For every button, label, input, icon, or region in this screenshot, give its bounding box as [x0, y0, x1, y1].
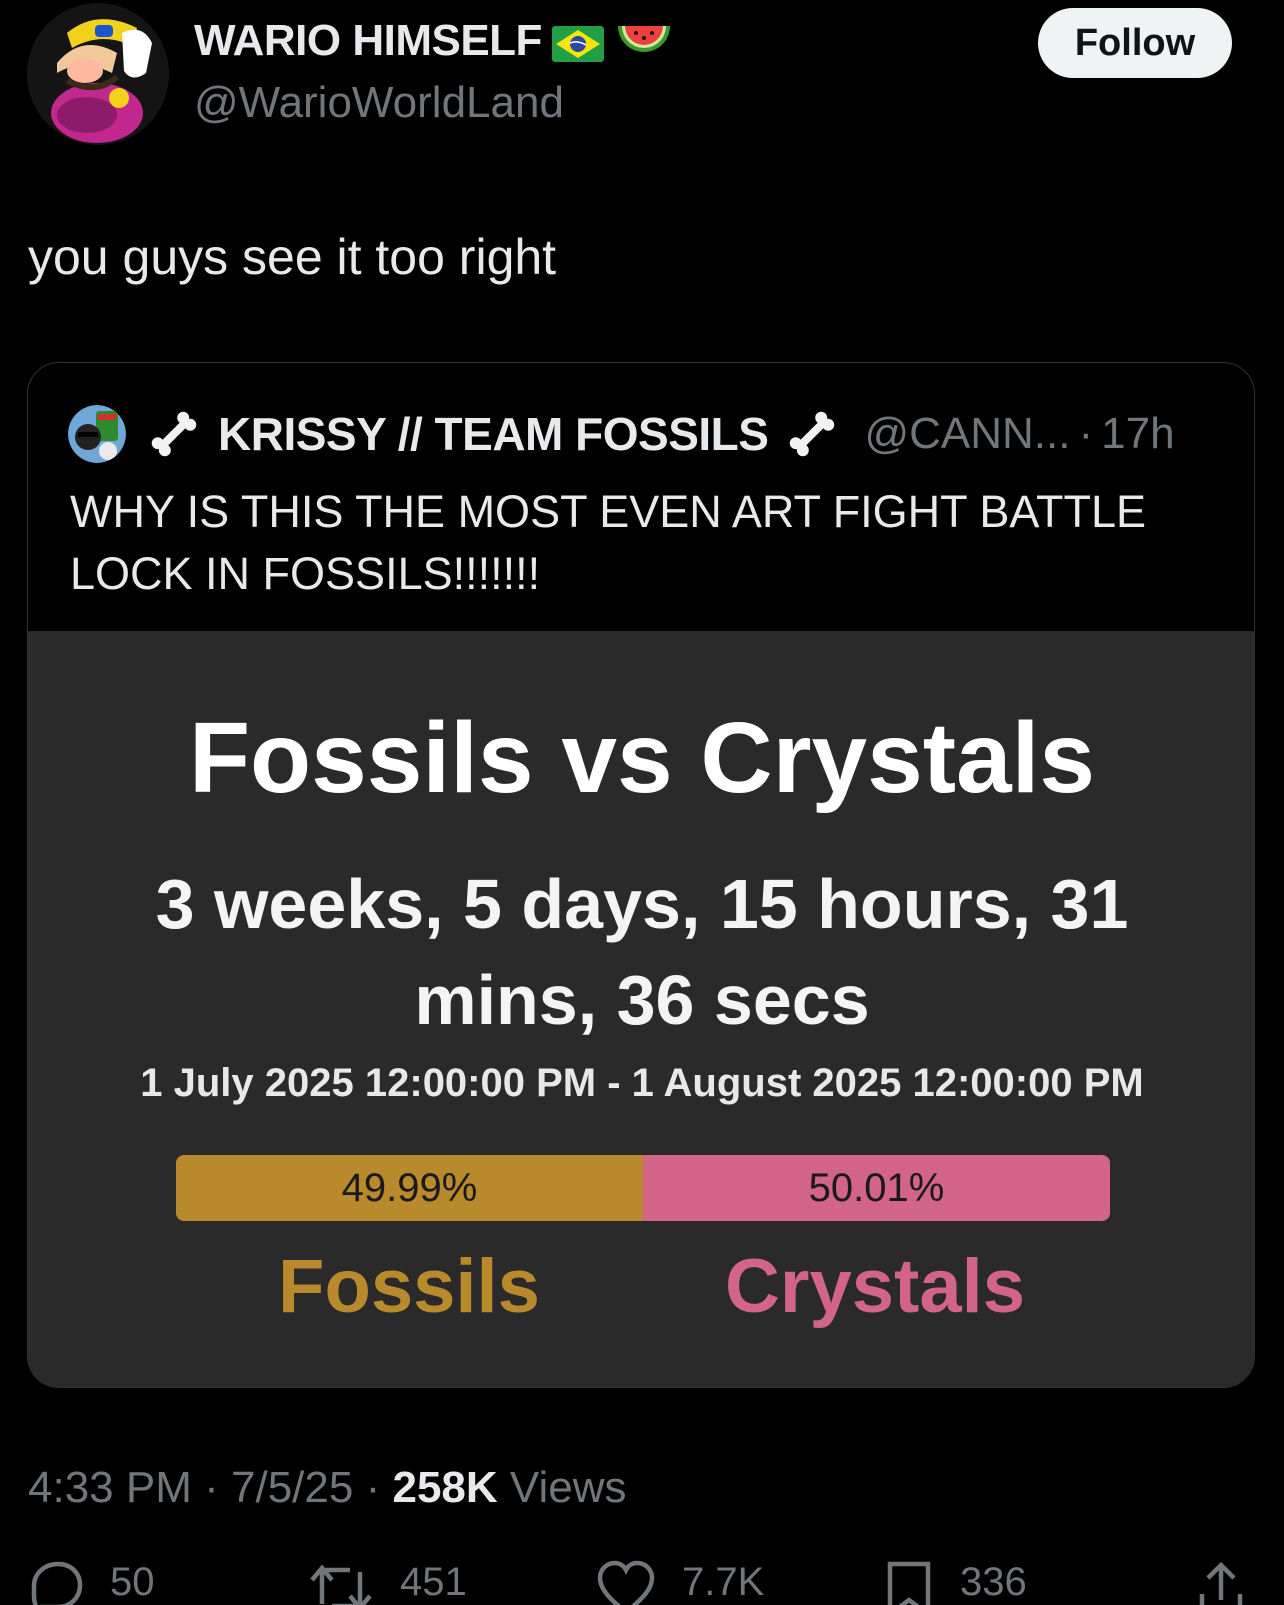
views-label[interactable]: Views: [510, 1463, 627, 1512]
tweet-text: you guys see it too right: [28, 229, 557, 285]
quoted-tweet-text: WHY IS THIS THE MOST EVEN ART FIGHT BATT…: [70, 486, 1147, 599]
reply-button[interactable]: 50: [28, 1560, 155, 1605]
repost-count: 451: [400, 1560, 467, 1604]
quoted-author-avatar[interactable]: [68, 405, 126, 463]
author-name-text: WARIO HIMSELF: [194, 16, 542, 65]
quoted-media-image[interactable]: Fossils vs Crystals 3 weeks, 5 days, 15 …: [28, 631, 1254, 1387]
crystals-share-segment: 50.01%: [642, 1155, 1110, 1221]
quoted-timestamp[interactable]: 17h: [1101, 409, 1174, 459]
tweet-date[interactable]: 7/5/25: [231, 1463, 353, 1512]
repost-button[interactable]: 451: [308, 1560, 467, 1605]
bookmark-icon: [887, 1561, 931, 1605]
battle-countdown: 3 weeks, 5 days, 15 hours, 31 mins, 36 s…: [155, 865, 1129, 1039]
crystals-team-label: Crystals: [725, 1244, 1025, 1329]
bookmark-count: 336: [960, 1560, 1027, 1604]
tweet-action-bar: 50 451 7.7K 336: [0, 1560, 1284, 1605]
quoted-tweet-header: KRISSY // TEAM FOSSILS @CANN... · 17h: [68, 401, 1228, 467]
fossils-share-segment: 49.99%: [176, 1155, 643, 1221]
quoted-tweet-card[interactable]: KRISSY // TEAM FOSSILS @CANN... · 17h WH…: [27, 362, 1255, 1388]
views-count[interactable]: 258K: [392, 1463, 497, 1512]
separator-dot: ·: [204, 1463, 219, 1512]
separator-dot: ·: [1078, 409, 1094, 458]
like-count: 7.7K: [682, 1560, 765, 1604]
watermelon-icon: [614, 16, 674, 66]
battle-title: Fossils vs Crystals: [188, 702, 1096, 814]
quoted-author-handle[interactable]: @CANN...: [864, 409, 1070, 459]
share-button[interactable]: [1196, 1560, 1246, 1605]
separator-dot: ·: [365, 1463, 381, 1512]
tweet-time[interactable]: 4:33 PM: [28, 1463, 192, 1512]
author-name[interactable]: WARIO HIMSELF: [194, 16, 674, 66]
quoted-author-name[interactable]: KRISSY // TEAM FOSSILS: [218, 407, 769, 461]
battle-progress-bar: 49.99% 50.01%: [176, 1155, 1110, 1221]
author-avatar[interactable]: [27, 3, 169, 145]
bone-icon: [144, 404, 204, 464]
brazil-flag-icon: [551, 23, 604, 62]
fossils-percent: 49.99%: [341, 1165, 478, 1210]
repost-icon: [310, 1564, 372, 1605]
reply-count: 50: [110, 1560, 155, 1604]
follow-button[interactable]: Follow: [1038, 8, 1232, 78]
battle-date-range: 1 July 2025 12:00:00 PM - 1 August 2025 …: [140, 1061, 1144, 1105]
heart-icon: [597, 1560, 655, 1605]
bone-icon: [782, 404, 842, 464]
crystals-percent: 50.01%: [808, 1165, 945, 1210]
tweet-meta: 4:33 PM · 7/5/25 · 258K Views: [28, 1463, 626, 1513]
author-handle[interactable]: @WarioWorldLand: [194, 78, 564, 128]
tweet-header: WARIO HIMSELF @WarioWorldLand Follow: [0, 0, 1284, 150]
share-icon: [1199, 1561, 1243, 1605]
bookmark-button[interactable]: 336: [884, 1560, 1027, 1605]
fossils-team-label: Fossils: [278, 1244, 540, 1329]
like-button[interactable]: 7.7K: [596, 1560, 764, 1605]
reply-icon: [31, 1561, 83, 1605]
